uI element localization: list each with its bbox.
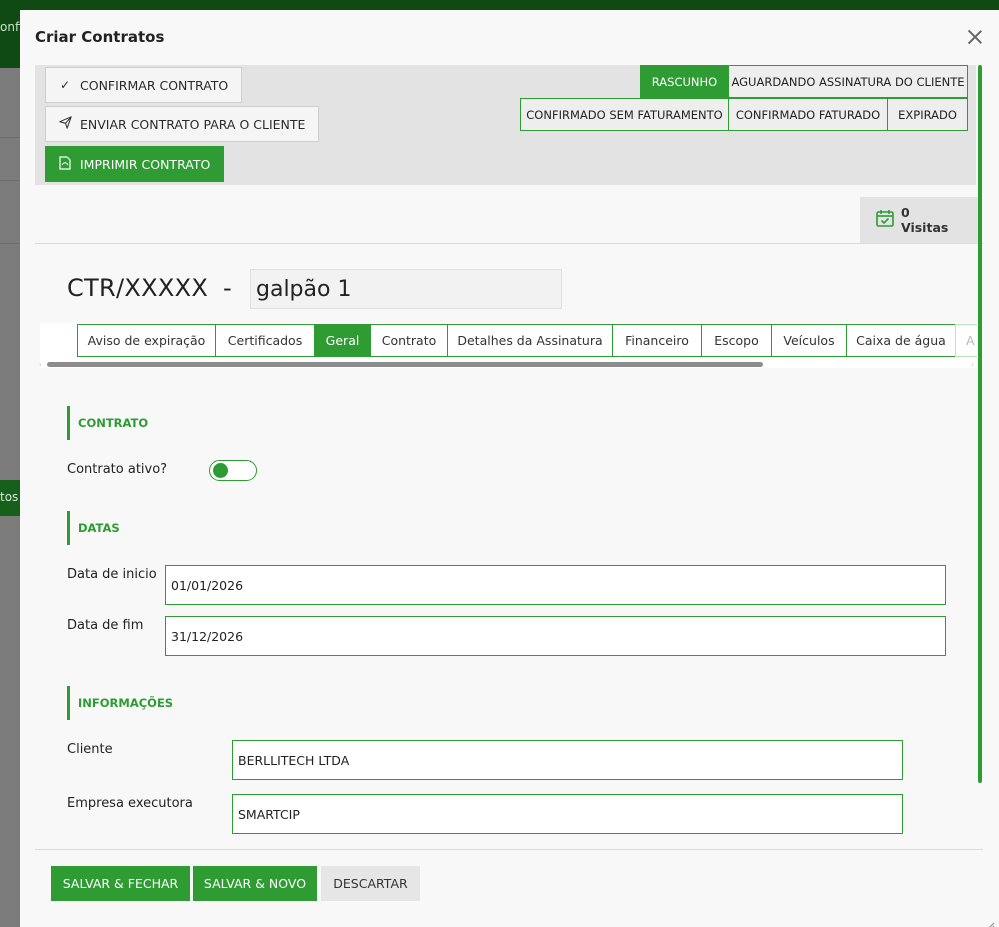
tab-contrato[interactable]: Contrato <box>370 324 448 357</box>
company-label: Empresa executora <box>67 796 193 811</box>
background-row-divider <box>0 243 20 244</box>
end-date-label: Data de fim <box>67 618 144 633</box>
tab-aviso-de-expiracao[interactable]: Aviso de expiração <box>77 324 216 357</box>
contract-name-input[interactable] <box>250 269 562 309</box>
close-icon[interactable] <box>965 27 985 47</box>
tabs-scrollbar-thumb[interactable] <box>47 362 763 367</box>
status-expirado[interactable]: EXPIRADO <box>887 98 968 131</box>
save-close-button[interactable]: SALVAR & FECHAR <box>51 866 190 901</box>
create-contract-modal: Criar Contratos ✓ CONFIRMAR CONTRATO ENV… <box>20 10 999 927</box>
section-datas: DATAS <box>67 511 120 545</box>
discard-button[interactable]: DESCARTAR <box>321 866 420 901</box>
tab-veiculos[interactable]: Veículos <box>771 324 847 357</box>
resize-grip-icon[interactable] <box>985 915 995 927</box>
status-aguardando-assinatura[interactable]: AGUARDANDO ASSINATURA DO CLIENTE <box>728 65 968 98</box>
visits-text: 0 Visitas <box>901 205 948 235</box>
visits-label: Visitas <box>901 220 949 235</box>
client-field[interactable] <box>232 740 903 780</box>
tab-certificados[interactable]: Certificados <box>215 324 315 357</box>
background-menu-text: onfi <box>0 20 20 34</box>
status-confirmado-faturado[interactable]: CONFIRMADO FATURADO <box>728 98 888 131</box>
contract-code: CTR/XXXXX <box>67 274 209 302</box>
status-confirmado-sem-faturamento[interactable]: CONFIRMADO SEM FATURAMENTO <box>520 98 729 131</box>
paper-plane-icon <box>59 116 72 132</box>
toggle-knob <box>213 463 228 478</box>
action-toolbar: ✓ CONFIRMAR CONTRATO ENVIAR CONTRATO PAR… <box>35 65 976 185</box>
footer-divider <box>35 849 983 850</box>
company-field[interactable] <box>232 794 903 834</box>
modal-scrollbar[interactable] <box>978 65 982 783</box>
modal-title: Criar Contratos <box>35 28 165 46</box>
contract-active-toggle[interactable] <box>209 460 257 481</box>
confirm-contract-label: CONFIRMAR CONTRATO <box>80 77 229 93</box>
status-rascunho[interactable]: RASCUNHO <box>640 65 729 98</box>
start-date-field[interactable] <box>165 565 946 605</box>
calendar-check-icon <box>875 208 895 232</box>
check-icon: ✓ <box>59 78 71 92</box>
tab-escopo[interactable]: Escopo <box>701 324 772 357</box>
save-new-button[interactable]: SALVAR & NOVO <box>193 866 317 901</box>
visits-count: 0 <box>901 205 910 220</box>
scroll-right-icon[interactable]: › <box>971 361 974 369</box>
start-date-label: Data de inicio <box>67 567 157 582</box>
background-row-divider <box>0 137 20 138</box>
client-label: Cliente <box>67 742 113 757</box>
send-contract-button[interactable]: ENVIAR CONTRATO PARA O CLIENTE <box>45 106 320 142</box>
section-informacoes: INFORMAÇÕES <box>67 686 173 720</box>
background-green-tab: tos <box>0 480 20 516</box>
print-contract-label: IMPRIMIR CONTRATO <box>80 156 211 172</box>
tab-more[interactable]: A <box>955 324 977 357</box>
tab-caixa-de-agua[interactable]: Caixa de água <box>846 324 956 357</box>
background-row-divider <box>0 180 20 181</box>
visits-button[interactable]: 0 Visitas <box>860 197 978 243</box>
end-date-field[interactable] <box>165 616 946 656</box>
code-separator: - <box>223 274 232 302</box>
tab-financeiro[interactable]: Financeiro <box>612 324 702 357</box>
print-contract-button[interactable]: IMPRIMIR CONTRATO <box>45 146 225 182</box>
contract-active-label: Contrato ativo? <box>67 462 168 477</box>
tab-detalhes-da-assinatura[interactable]: Detalhes da Assinatura <box>447 324 613 357</box>
pdf-file-icon <box>59 155 71 173</box>
scroll-left-icon[interactable]: ‹ <box>39 361 42 369</box>
confirm-contract-button[interactable]: ✓ CONFIRMAR CONTRATO <box>45 67 243 103</box>
header-divider <box>35 243 983 244</box>
tab-geral[interactable]: Geral <box>314 324 371 357</box>
section-contrato: CONTRATO <box>67 406 148 440</box>
send-contract-label: ENVIAR CONTRATO PARA O CLIENTE <box>80 116 306 132</box>
